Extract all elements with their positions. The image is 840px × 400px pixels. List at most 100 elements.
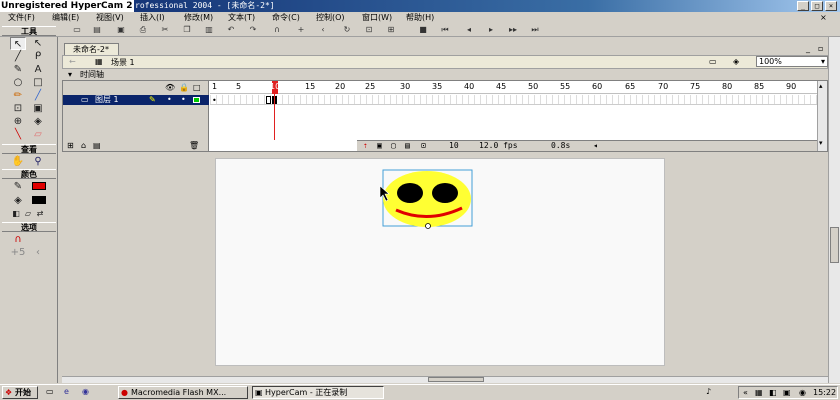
layer-color-swatch[interactable] <box>193 97 200 103</box>
outline-icon[interactable]: □ <box>193 83 201 92</box>
doc-minimize-icon[interactable]: _ <box>806 44 810 53</box>
stop-icon[interactable]: ■ <box>418 25 428 35</box>
edit-scene-icon[interactable]: ▭ <box>709 57 717 66</box>
stroke-color-icon[interactable]: ✎ <box>10 180 26 193</box>
eye-icon[interactable]: 👁 <box>165 83 175 92</box>
close-button[interactable]: × <box>825 1 837 11</box>
smiley-graphic[interactable] <box>378 168 478 232</box>
copy-icon[interactable]: ❐ <box>182 25 192 35</box>
insert-layer-icon[interactable]: ⊞ <box>67 141 74 150</box>
tray-volume-icon[interactable]: ◧ <box>769 387 777 398</box>
frame-row[interactable]: • <box>210 95 817 105</box>
scroll-down-icon[interactable]: ▾ <box>819 139 823 147</box>
fill-color-icon[interactable]: ◈ <box>10 194 26 207</box>
menu-insert[interactable]: 插入(I) <box>140 12 165 23</box>
redo-icon[interactable]: ↷ <box>248 25 258 35</box>
zoom-select[interactable]: 100% ▾ <box>756 56 828 67</box>
lock-icon[interactable]: 🔒 <box>179 83 189 92</box>
free-transform-tool-icon[interactable]: ⊡ <box>10 102 26 115</box>
back-arrow-icon[interactable]: ← <box>69 57 76 66</box>
menu-control[interactable]: 控制(O) <box>316 12 345 23</box>
add-guide-layer-icon[interactable]: ⌂ <box>81 141 86 150</box>
scroll-left-icon[interactable]: ◂ <box>593 141 598 151</box>
insert-folder-icon[interactable]: ▤ <box>93 141 101 150</box>
menu-view[interactable]: 视图(V) <box>96 12 124 23</box>
play-icon[interactable]: ▸ <box>486 25 496 35</box>
tray-network-icon[interactable]: ▦ <box>755 387 763 398</box>
subselect-tool-icon[interactable]: ↖ <box>30 37 46 50</box>
cut-icon[interactable]: ✂ <box>160 25 170 35</box>
eyedropper-tool-icon[interactable]: ╲ <box>10 128 26 141</box>
doc-close-icon[interactable]: × <box>820 12 827 23</box>
straighten-option-icon[interactable]: ‹ <box>30 246 46 259</box>
step-back-icon[interactable]: ◂ <box>464 25 474 35</box>
pen-tool-icon[interactable]: ✎ <box>10 63 26 76</box>
fill-color-swatch[interactable] <box>32 196 46 204</box>
smiley-face[interactable] <box>383 171 471 227</box>
rotate-icon[interactable]: ↻ <box>342 25 352 35</box>
line-tool-icon[interactable]: ╱ <box>10 50 26 63</box>
swap-colors-icon[interactable]: ⇄ <box>32 207 48 220</box>
frame-ruler[interactable]: 1 5 10 15 20 25 30 35 40 45 50 55 60 65 … <box>210 81 817 94</box>
fill-transform-tool-icon[interactable]: ▣ <box>30 102 46 115</box>
hand-tool-icon[interactable]: ✋ <box>10 155 26 168</box>
paint-bucket-tool-icon[interactable]: ◈ <box>30 115 46 128</box>
modify-onion-markers-icon[interactable]: ⊡ <box>421 141 426 151</box>
vscroll-thumb[interactable] <box>830 227 839 263</box>
media-icon[interactable]: ◉ <box>82 387 89 396</box>
menu-modify[interactable]: 修改(M) <box>184 12 213 23</box>
straighten-icon[interactable]: ‹ <box>318 25 328 35</box>
step-forward-icon[interactable]: ▸▸ <box>508 25 518 35</box>
pencil-tool-icon[interactable]: ✏ <box>10 89 26 102</box>
stroke-color-swatch[interactable] <box>32 182 46 190</box>
eraser-tool-icon[interactable]: ▱ <box>30 128 46 141</box>
minimize-button[interactable]: _ <box>797 1 809 11</box>
vertical-scrollbar[interactable] <box>828 37 840 383</box>
layer-row[interactable]: ▭ 图层 1 ✎ • • <box>63 95 209 105</box>
edit-multiple-frames-icon[interactable]: ▤ <box>405 141 410 151</box>
smiley-left-eye[interactable] <box>397 183 423 203</box>
save-icon[interactable]: ▣ <box>116 25 126 35</box>
menu-commands[interactable]: 命令(C) <box>272 12 300 23</box>
print-icon[interactable]: ⎙ <box>138 25 148 35</box>
document-tab[interactable]: 未命名-2* <box>64 43 119 55</box>
start-button[interactable]: ❖ 开始 <box>2 386 38 399</box>
sound-icon[interactable]: ♪ <box>706 387 711 396</box>
end-frame-marker[interactable] <box>266 96 271 104</box>
lasso-tool-icon[interactable]: ᑭ <box>30 50 46 63</box>
task-flash[interactable]: ● Macromedia Flash MX... <box>118 386 248 399</box>
lock-dot-icon[interactable]: • <box>181 95 186 105</box>
scroll-up-icon[interactable]: ▴ <box>819 82 823 90</box>
text-tool-icon[interactable]: A <box>30 63 46 76</box>
brush-tool-icon[interactable]: ╱ <box>30 89 46 102</box>
edit-symbols-icon[interactable]: ◈ <box>733 57 739 66</box>
maximize-button[interactable]: □ <box>811 1 823 11</box>
menu-help[interactable]: 帮助(H) <box>406 12 434 23</box>
snap-magnet-icon[interactable]: ∩ <box>272 25 282 35</box>
open-folder-icon[interactable]: ▤ <box>92 25 102 35</box>
tray-expand-icon[interactable]: « <box>743 387 748 398</box>
timeline-scrollbar[interactable]: ▴ ▾ <box>817 81 827 151</box>
arrow-tool-icon[interactable]: ↖ <box>10 37 26 50</box>
ink-bottle-tool-icon[interactable]: ⊕ <box>10 115 26 128</box>
onion-skin-icon[interactable]: ▣ <box>377 141 382 151</box>
doc-restore-icon[interactable]: ▫ <box>818 44 823 53</box>
horizontal-scrollbar[interactable] <box>62 376 828 383</box>
go-to-end-icon[interactable]: ⏭ <box>530 25 540 35</box>
scene-label[interactable]: 场景 1 <box>111 57 135 69</box>
browser-icon[interactable]: e <box>64 387 69 396</box>
zoom-tool-icon[interactable]: ⚲ <box>30 155 46 168</box>
tray-record-icon[interactable]: ◉ <box>799 387 806 398</box>
smiley-right-eye[interactable] <box>432 183 458 203</box>
rewind-icon[interactable]: ⏮ <box>440 25 450 35</box>
keyframe-dot-icon[interactable]: • <box>212 96 217 105</box>
trash-icon[interactable]: 🗑 <box>189 141 199 150</box>
task-hypercam[interactable]: ▣ HyperCam - 正在录制 <box>252 386 384 399</box>
rectangle-tool-icon[interactable]: □ <box>30 76 46 89</box>
smooth-option-icon[interactable]: +5 <box>10 246 26 259</box>
menu-edit[interactable]: 编辑(E) <box>52 12 79 23</box>
frame-pane[interactable]: 1 5 10 15 20 25 30 35 40 45 50 55 60 65 … <box>210 81 817 151</box>
paste-icon[interactable]: ▥ <box>204 25 214 35</box>
menu-file[interactable]: 文件(F) <box>8 12 35 23</box>
visible-dot-icon[interactable]: • <box>167 95 172 105</box>
